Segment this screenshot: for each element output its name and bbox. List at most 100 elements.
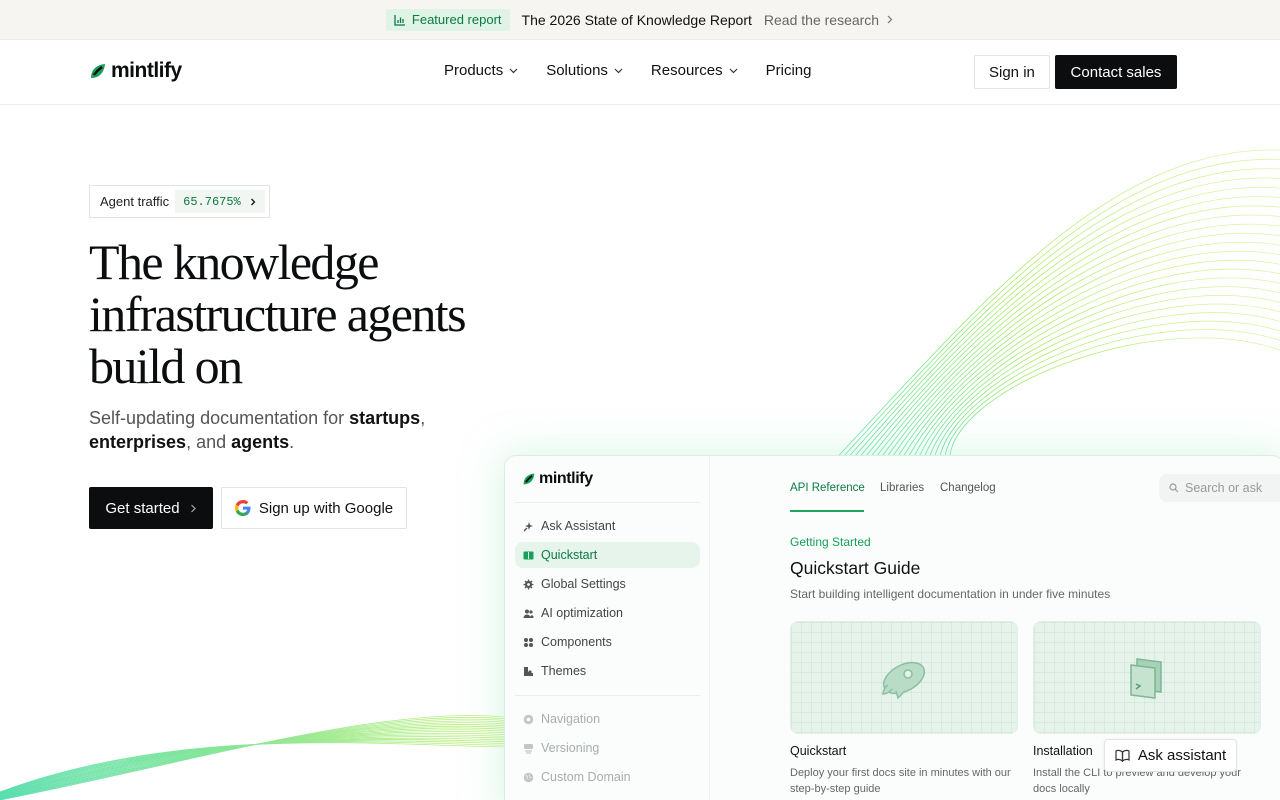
read-research-link[interactable]: Read the research — [764, 12, 894, 28]
tab-api-reference[interactable]: API Reference — [790, 482, 865, 494]
tab-libraries[interactable]: Libraries — [880, 482, 924, 494]
announcement-title: The 2026 State of Knowledge Report — [521, 11, 752, 28]
chevron-right-icon — [190, 504, 196, 512]
installation-card-image[interactable] — [1033, 621, 1261, 734]
wave-line — [949, 337, 1280, 466]
main-nav: mintlify Products Solutions Resources Pr… — [0, 40, 1280, 105]
nav-item-label: Products — [444, 62, 504, 79]
sidebar-item-ai-optimization[interactable]: AI optimization — [515, 600, 700, 626]
wave-line — [0, 742, 506, 793]
terminal-icon — [1130, 657, 1162, 699]
quickstart-card-description: Deploy your first docs site in minutes w… — [790, 767, 1011, 795]
contact-sales-button[interactable]: Contact sales — [1055, 55, 1177, 89]
nav-menu: Products Solutions Resources Pricing — [444, 62, 811, 79]
featured-report-badge: Featured report — [385, 8, 510, 31]
nav-pricing[interactable]: Pricing — [766, 62, 812, 79]
hero-headline: The knowledge infrastructure agents buil… — [89, 234, 467, 394]
wave-line — [869, 214, 1280, 466]
wave-line — [0, 727, 506, 798]
wave-line — [875, 223, 1280, 466]
sidebar-item-quickstart[interactable]: Quickstart — [515, 542, 700, 568]
wave-line — [0, 741, 506, 793]
search-placeholder: Search or ask — [1185, 481, 1263, 495]
sub-period: . — [289, 432, 295, 452]
wave-line — [0, 739, 506, 794]
wave-line — [0, 722, 506, 799]
rocket-icon — [882, 661, 926, 699]
wave-line — [921, 294, 1280, 466]
layers-icon — [524, 743, 533, 754]
sidebar-item-label: Components — [541, 635, 612, 649]
tab-changelog[interactable]: Changelog — [940, 482, 996, 494]
sidebar-item-custom-domain[interactable]: Custom Domain — [515, 764, 700, 790]
wave-line — [0, 731, 506, 797]
preview-search-input[interactable]: Search or ask — [1159, 474, 1280, 502]
doc-description: Start building intelligent documentation… — [790, 587, 1111, 601]
search-icon — [1169, 483, 1179, 493]
installation-card-title[interactable]: Installation — [1033, 744, 1093, 758]
wave-line — [0, 736, 506, 795]
wave-line — [926, 303, 1280, 466]
wave-line — [943, 329, 1280, 466]
wave-line — [829, 149, 1280, 466]
wave-line — [858, 196, 1280, 466]
book-open-icon — [1115, 749, 1130, 762]
wave-line — [0, 720, 506, 799]
sub-comma: , — [420, 408, 426, 428]
sidebar-item-global-settings[interactable]: Global Settings — [515, 571, 700, 597]
sidebar-item-components[interactable]: Components — [515, 629, 700, 655]
book-icon — [523, 551, 534, 559]
sidebar-item-versioning[interactable]: Versioning — [515, 735, 700, 761]
globe-icon — [523, 772, 534, 782]
mintlify-leaf-icon — [523, 473, 535, 485]
grid-icon — [524, 637, 533, 647]
wave-line — [932, 312, 1280, 466]
sidebar-item-navigation[interactable]: Navigation — [515, 706, 700, 732]
wave-line — [863, 205, 1280, 466]
wave-line — [881, 232, 1280, 466]
doc-title: Quickstart Guide — [790, 558, 921, 578]
chevron-right-icon — [887, 15, 893, 24]
wave-line — [0, 729, 506, 797]
gear-icon — [523, 579, 534, 589]
chevron-down-icon — [614, 68, 623, 74]
bar-chart-icon — [394, 14, 405, 26]
wave-line — [0, 724, 506, 799]
sub-prefix: Self-updating documentation for — [89, 408, 350, 428]
sub-startups: startups — [349, 408, 421, 428]
logo-text: mintlify — [111, 59, 182, 82]
nav-products[interactable]: Products — [444, 62, 518, 79]
google-icon — [234, 500, 251, 516]
nav-solutions[interactable]: Solutions — [546, 62, 623, 79]
ask-assistant-button[interactable]: Ask assistant — [1104, 739, 1237, 772]
featured-report-label: Featured report — [411, 12, 502, 27]
quickstart-card-image[interactable] — [790, 621, 1018, 734]
chevron-right-icon — [250, 198, 256, 205]
sidebar-item-ask-assistant[interactable]: Ask Assistant — [515, 513, 700, 539]
get-started-button[interactable]: Get started — [89, 487, 213, 529]
sidebar-item-themes[interactable]: Themes — [515, 658, 700, 684]
google-signup-button[interactable]: Sign up with Google — [221, 487, 407, 529]
palette-icon — [524, 666, 533, 676]
mintlify-logo[interactable]: mintlify — [89, 59, 182, 83]
wave-line — [0, 718, 506, 800]
ask-assistant-label: Ask assistant — [1137, 747, 1227, 764]
quickstart-card-title[interactable]: Quickstart — [790, 744, 846, 758]
announcement-bar: Featured report The 2026 State of Knowle… — [0, 0, 1280, 40]
wave-line — [0, 715, 506, 800]
sub-agents: agents — [231, 432, 290, 452]
wave-line — [938, 320, 1280, 466]
nav-resources[interactable]: Resources — [651, 62, 738, 79]
wave-line — [892, 250, 1280, 466]
wave-line — [898, 259, 1280, 466]
sidebar-item-label: Themes — [541, 664, 587, 678]
preview-sidebar: mintlify Ask Assistant Quickstart Global… — [505, 456, 710, 800]
section-eyebrow: Getting Started — [790, 535, 871, 549]
agent-traffic-pill[interactable]: Agent traffic 65.7675% — [89, 185, 270, 218]
sign-in-button[interactable]: Sign in — [974, 55, 1050, 89]
sidebar-divider — [515, 695, 700, 696]
wave-line — [0, 740, 506, 794]
sidebar-item-label: AI optimization — [541, 606, 623, 620]
agent-traffic-value-box: 65.7675% — [175, 190, 265, 213]
users-icon — [523, 609, 534, 618]
